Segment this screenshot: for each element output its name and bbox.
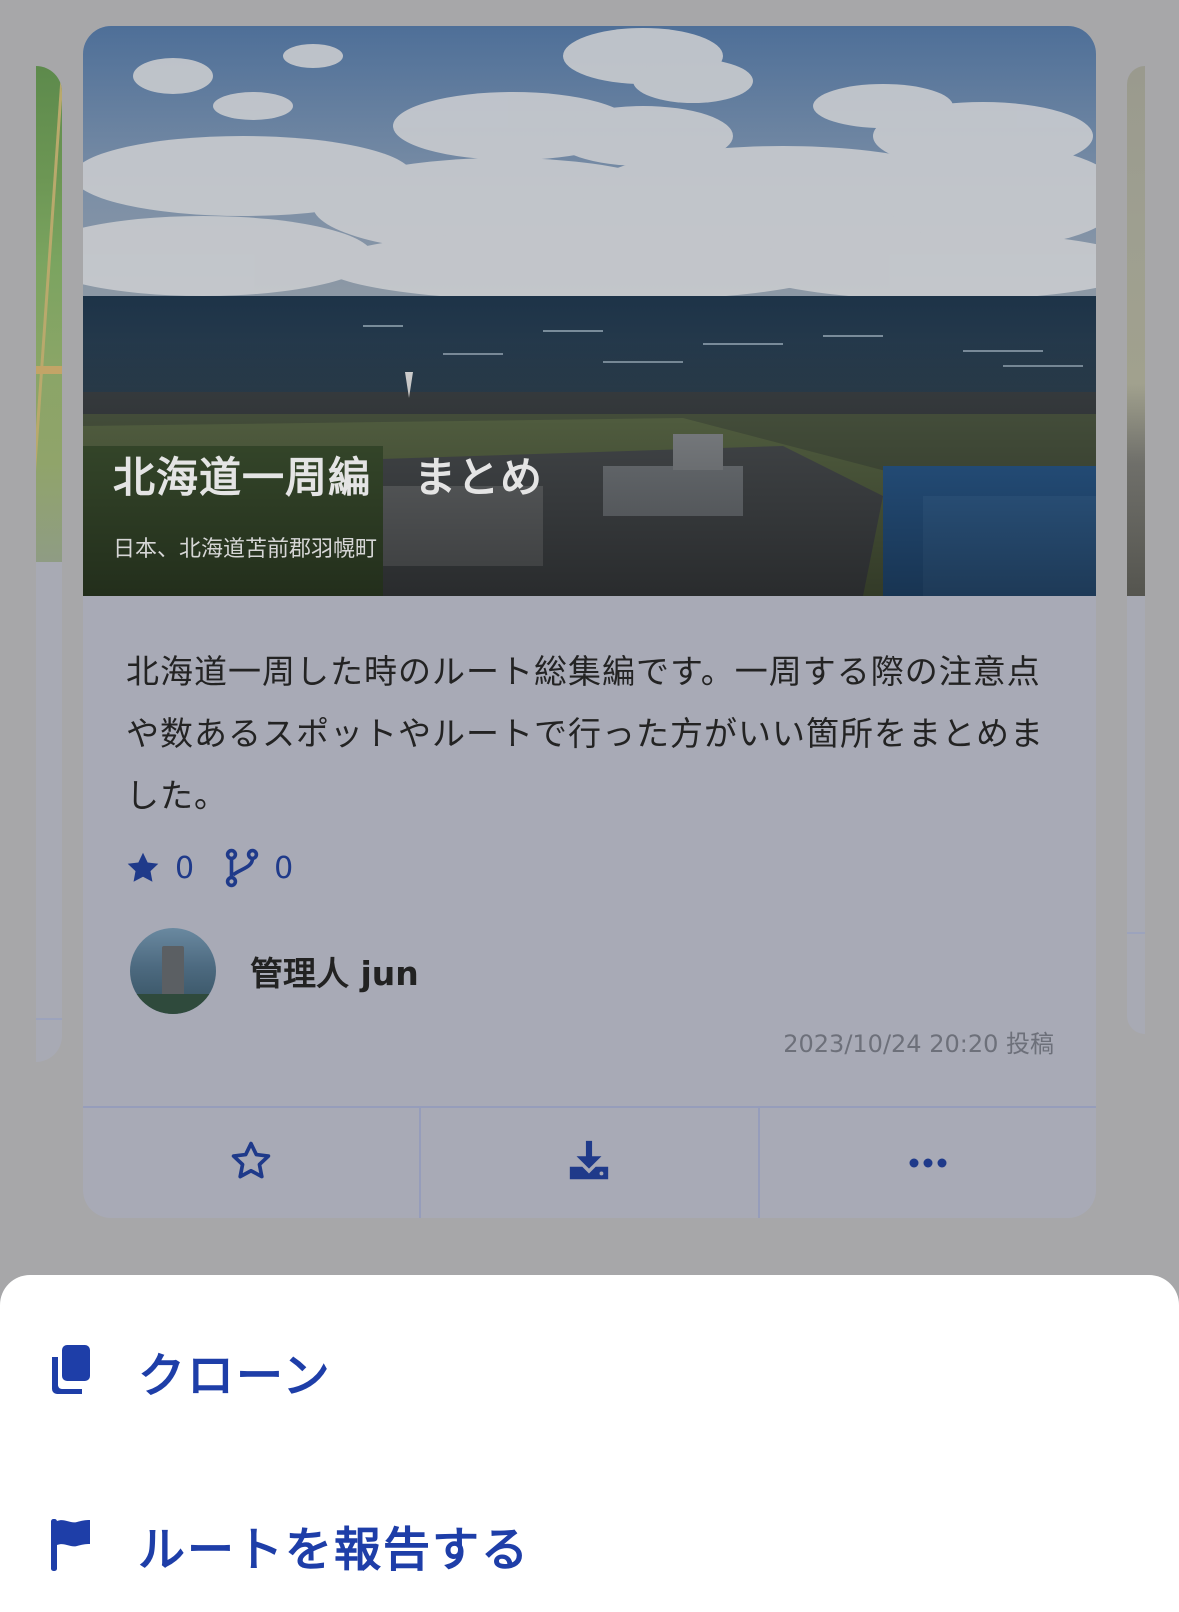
- route-location: 日本、北海道苫前郡羽幌町: [113, 537, 378, 562]
- copy-icon: [48, 1343, 96, 1401]
- previous-card-peek[interactable]: [36, 66, 62, 1062]
- divider: [36, 1018, 62, 1020]
- report-menu-label: ルートを報告する: [138, 1523, 530, 1578]
- star-icon: [125, 850, 161, 886]
- download-button[interactable]: [421, 1108, 760, 1218]
- clone-menu-label: クローン: [138, 1349, 332, 1404]
- favorite-button[interactable]: [83, 1108, 422, 1218]
- next-card-peek[interactable]: [1127, 66, 1145, 1034]
- route-stats: 0 0: [125, 846, 323, 890]
- card-actions: [83, 1106, 1096, 1218]
- download-icon: [566, 1138, 612, 1188]
- clone-menu-item[interactable]: クローン: [48, 1337, 332, 1406]
- fork-count-value: 0: [274, 850, 294, 886]
- route-title: 北海道一周編 まとめ: [113, 453, 544, 502]
- action-sheet: クローン ルートを報告する: [0, 1275, 1179, 1612]
- route-description: 北海道一周した時のルート総集編です。一周する際の注意点や数あるスポットやルートで…: [126, 652, 1044, 815]
- author[interactable]: 管理人 jun: [130, 928, 419, 1014]
- star-count-value: 0: [175, 850, 195, 886]
- fork-count: 0: [224, 848, 293, 888]
- screen: 北海道一周編 まとめ 日本、北海道苫前郡羽幌町 北海道一周した時のルート総集編で…: [0, 0, 1179, 1612]
- branch-icon: [224, 848, 260, 888]
- posted-date: 2023/10/24 20:20 投稿: [783, 1030, 1054, 1058]
- divider: [1127, 932, 1145, 934]
- more-horizontal-icon: [908, 1154, 948, 1173]
- author-name[interactable]: 管理人 jun: [250, 947, 419, 995]
- flag-icon: [48, 1517, 96, 1575]
- map-thumbnail: [36, 66, 62, 562]
- next-card-thumbnail: [1127, 66, 1145, 596]
- more-button[interactable]: [760, 1108, 1096, 1218]
- avatar[interactable]: [130, 928, 216, 1014]
- route-card[interactable]: 北海道一周編 まとめ 日本、北海道苫前郡羽幌町 北海道一周した時のルート総集編で…: [83, 26, 1096, 1218]
- report-menu-item[interactable]: ルートを報告する: [48, 1511, 530, 1580]
- star-outline-icon: [229, 1139, 273, 1187]
- route-hero-image: 北海道一周編 まとめ 日本、北海道苫前郡羽幌町: [83, 26, 1096, 596]
- star-count: 0: [125, 850, 194, 886]
